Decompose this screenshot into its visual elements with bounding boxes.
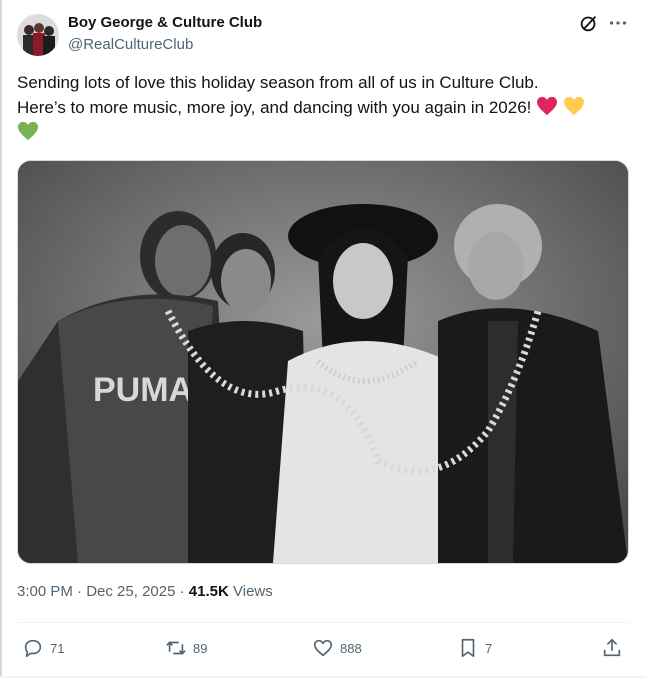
repost-button[interactable]: 89 — [165, 636, 207, 660]
grok-icon[interactable] — [578, 12, 600, 34]
like-button[interactable]: 888 — [312, 636, 362, 660]
bookmark-count: 7 — [485, 640, 493, 656]
like-count: 888 — [340, 640, 362, 656]
share-icon — [603, 638, 621, 657]
repost-icon — [166, 641, 186, 655]
tweet-photo[interactable]: PUMA — [17, 160, 629, 564]
yellow-heart-emoji — [563, 96, 584, 116]
views-label: Views — [233, 583, 273, 600]
tweet-text-line-2: Here’s to more music, more joy, and danc… — [17, 98, 532, 117]
views-count: 41.5K — [188, 583, 229, 600]
timeline-border — [0, 0, 2, 678]
green-heart-emoji — [18, 121, 38, 141]
display-name[interactable]: Boy George & Culture Club — [68, 14, 262, 31]
bookmark-icon — [461, 638, 475, 658]
meta-separator: · — [77, 583, 83, 600]
divider — [17, 622, 629, 623]
handle[interactable]: @RealCultureClub — [68, 36, 193, 53]
tweet-date[interactable]: Dec 25, 2025 — [86, 583, 175, 600]
meta-separator-2: · — [179, 583, 185, 600]
reply-button[interactable]: 71 — [22, 636, 64, 660]
tweet-text-line-1: Sending lots of love this holiday season… — [17, 73, 539, 92]
reply-icon — [24, 639, 42, 658]
svg-text:PUMA: PUMA — [93, 371, 193, 409]
more-icon[interactable] — [607, 12, 629, 34]
tweet-text: Sending lots of love this holiday season… — [17, 70, 637, 145]
tweet-card: Boy George & Culture Club @RealCultureCl… — [0, 0, 646, 678]
tweet-time[interactable]: 3:00 PM — [17, 583, 73, 600]
like-icon — [313, 639, 333, 657]
reply-count: 71 — [50, 640, 65, 656]
avatar[interactable] — [17, 14, 59, 56]
tweet-meta: 3:00 PM · Dec 25, 2025 · 41.5K Views — [17, 583, 273, 600]
red-heart-emoji — [537, 96, 558, 116]
share-button[interactable] — [601, 636, 623, 660]
repost-count: 89 — [193, 640, 208, 656]
bookmark-button[interactable]: 7 — [457, 636, 492, 660]
